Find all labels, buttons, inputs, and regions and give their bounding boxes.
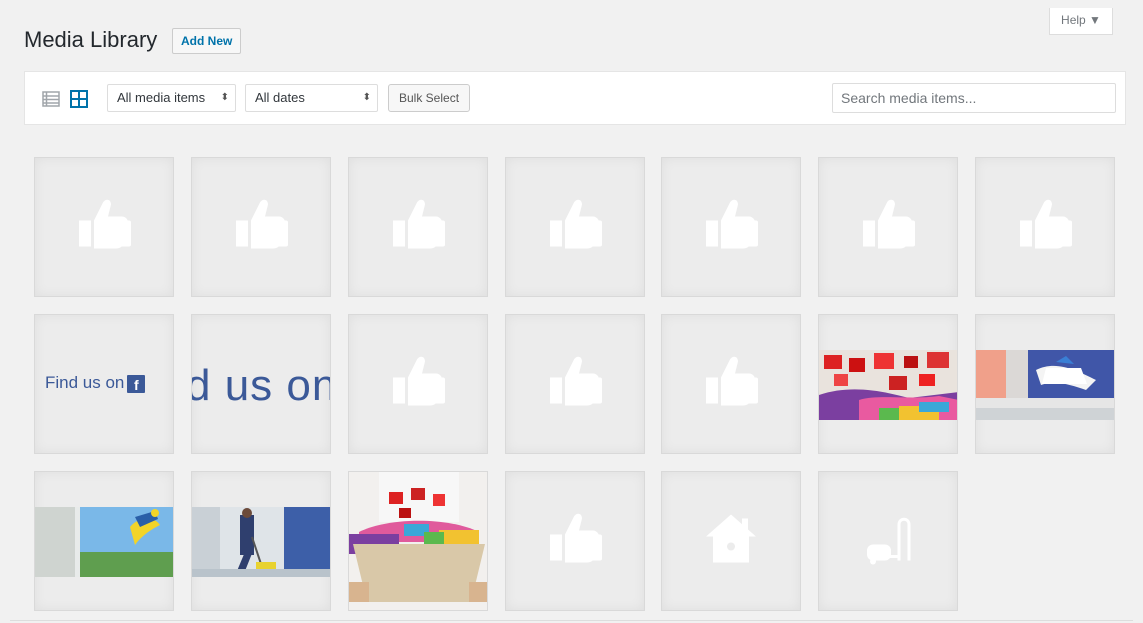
media-grid: Find us on f d us on (0, 0, 1143, 623)
media-item[interactable]: d us on (191, 314, 331, 454)
media-item[interactable] (34, 157, 174, 297)
media-item[interactable] (348, 314, 488, 454)
facebook-badge-text: Find us on f (45, 373, 146, 393)
media-item[interactable] (348, 471, 488, 611)
window-cleaning-photo (35, 507, 173, 577)
facebook-badge-label: Find us on (45, 373, 125, 392)
media-item[interactable] (818, 471, 958, 611)
media-item[interactable] (348, 157, 488, 297)
thumbs-up-icon (859, 197, 917, 258)
thumbs-up-icon (546, 197, 604, 258)
media-item[interactable] (191, 157, 331, 297)
media-item[interactable] (505, 314, 645, 454)
thumbs-up-icon (1016, 197, 1074, 258)
media-item[interactable] (505, 157, 645, 297)
thumbs-up-icon (389, 354, 447, 415)
thumbs-up-icon (546, 354, 604, 415)
media-item[interactable] (975, 157, 1115, 297)
ironing-photo (976, 350, 1114, 420)
facebook-banner-text: d us on (191, 361, 331, 410)
vacuum-icon (859, 511, 917, 572)
media-item[interactable] (505, 471, 645, 611)
house-icon (702, 511, 760, 572)
media-item[interactable] (191, 471, 331, 611)
media-item[interactable]: Find us on f (34, 314, 174, 454)
laundry-quilt-photo (819, 350, 957, 420)
thumbs-up-icon (75, 197, 133, 258)
media-item[interactable] (818, 314, 958, 454)
media-item[interactable] (661, 314, 801, 454)
laundry-basket-photo (349, 472, 487, 610)
thumbs-up-icon (546, 511, 604, 572)
media-item[interactable] (661, 471, 801, 611)
thumbs-up-icon (232, 197, 290, 258)
media-item[interactable] (661, 157, 801, 297)
media-item[interactable] (818, 157, 958, 297)
media-item[interactable] (975, 314, 1115, 454)
thumbs-up-icon (702, 197, 760, 258)
thumbs-up-icon (702, 354, 760, 415)
divider (10, 620, 1133, 621)
thumbs-up-icon (389, 197, 447, 258)
media-item[interactable] (34, 471, 174, 611)
facebook-logo-icon: f (127, 375, 146, 393)
floor-cleaning-photo (192, 507, 330, 577)
